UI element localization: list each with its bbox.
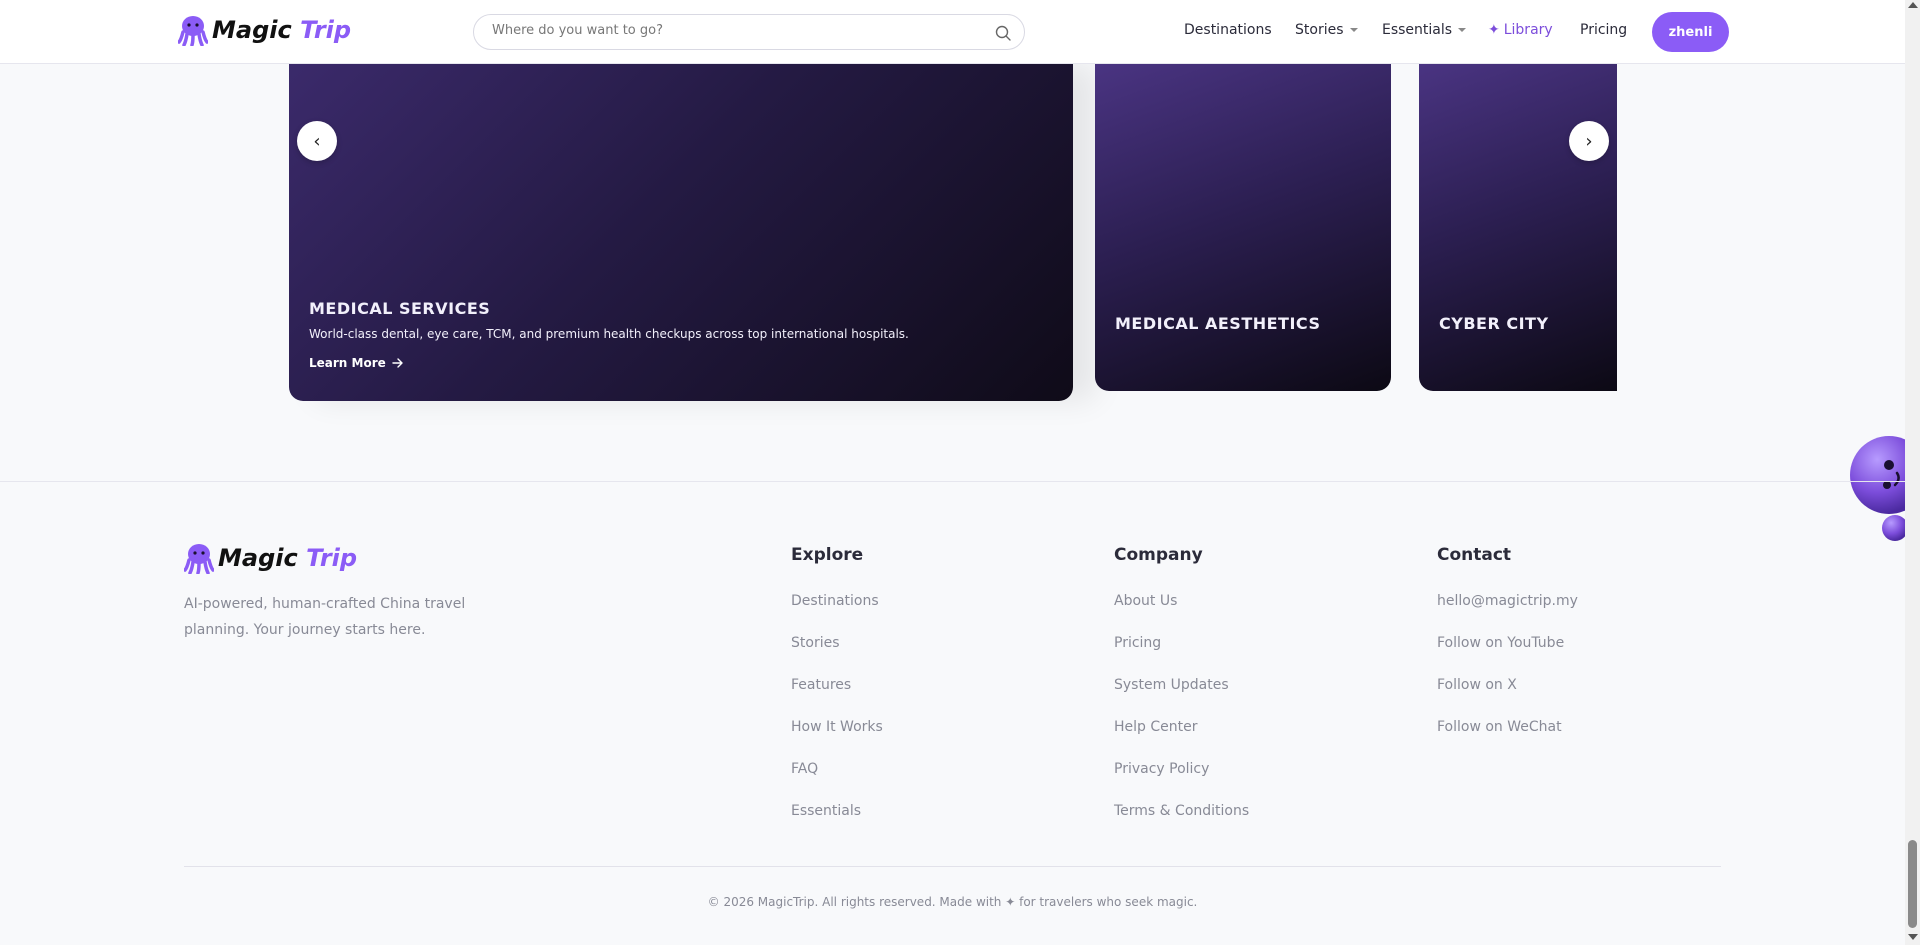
footer-link-x[interactable]: Follow on X: [1437, 677, 1578, 719]
logo-word-magic: Magic: [218, 544, 298, 572]
footer-column-company: Company About Us Pricing System Updates …: [1114, 545, 1249, 845]
nav-pricing-label: Pricing: [1580, 22, 1628, 38]
carousel-next-button[interactable]: ›: [1569, 121, 1609, 161]
carousel-card-medical-services[interactable]: MEDICAL SERVICES World-class dental, eye…: [289, 64, 1073, 401]
footer-logo[interactable]: Magic Trip: [184, 542, 357, 574]
carousel-card-medical-aesthetics[interactable]: MEDICAL AESTHETICS: [1095, 64, 1391, 391]
logo-wordmark: Magic Trip: [212, 16, 351, 44]
logo-wordmark: Magic Trip: [218, 544, 357, 572]
scroll-up-arrow-icon[interactable]: [1908, 2, 1918, 8]
footer-column-contact: Contact hello@magictrip.my Follow on You…: [1437, 545, 1578, 761]
footer-column-title: Company: [1114, 545, 1203, 565]
sparkle-icon: ✦: [1488, 22, 1500, 38]
footer-column-title: Contact: [1437, 545, 1512, 565]
nav-stories[interactable]: Stories: [1295, 22, 1358, 38]
scroll-down-arrow-icon[interactable]: [1908, 934, 1918, 940]
logo-word-trip: Trip: [306, 544, 358, 572]
octopus-logo-icon: [184, 544, 214, 574]
arrow-right-icon: [392, 358, 403, 368]
footer-link-terms[interactable]: Terms & Conditions: [1114, 803, 1249, 845]
site-header: Magic Trip Destinations Stories Essentia…: [0, 0, 1905, 64]
mascot-icon[interactable]: [1849, 433, 1905, 543]
chevron-down-icon: [1458, 28, 1467, 32]
search-bar: [473, 14, 1025, 50]
footer-link-email[interactable]: hello@magictrip.my: [1437, 593, 1578, 635]
nav-stories-label: Stories: [1295, 22, 1344, 38]
footer-link-privacy-policy[interactable]: Privacy Policy: [1114, 761, 1249, 803]
site-logo[interactable]: Magic Trip: [178, 14, 351, 46]
carousel-prev-button[interactable]: ‹: [297, 121, 337, 161]
nav-essentials-label: Essentials: [1382, 22, 1453, 38]
chevron-down-icon: [1349, 28, 1358, 32]
nav-destinations-label: Destinations: [1184, 22, 1272, 38]
footer-divider-top: [0, 481, 1905, 482]
nav-essentials[interactable]: Essentials: [1382, 22, 1467, 38]
footer-link-stories[interactable]: Stories: [791, 635, 883, 677]
copyright-text: © 2026 MagicTrip. All rights reserved. M…: [707, 895, 1198, 909]
footer-link-destinations[interactable]: Destinations: [791, 593, 883, 635]
card-title: CYBER CITY: [1439, 314, 1549, 333]
footer-link-help-center[interactable]: Help Center: [1114, 719, 1249, 761]
footer-tagline: AI-powered, human-crafted China travel p…: [184, 596, 466, 638]
logo-word-trip: Trip: [300, 16, 352, 44]
learn-more-label: Learn More: [309, 356, 386, 370]
footer-divider-bottom: [184, 866, 1721, 867]
footer-column-title: Explore: [791, 545, 864, 565]
octopus-logo-icon: [178, 16, 208, 46]
user-account-button[interactable]: zhenli: [1652, 12, 1729, 52]
footer-link-essentials[interactable]: Essentials: [791, 803, 883, 845]
footer-link-wechat[interactable]: Follow on WeChat: [1437, 719, 1578, 761]
carousel-card-cyber-city[interactable]: CYBER CITY: [1419, 64, 1617, 391]
card-description: World-class dental, eye care, TCM, and p…: [309, 327, 909, 341]
nav-destinations[interactable]: Destinations: [1184, 22, 1272, 38]
card-title: MEDICAL AESTHETICS: [1115, 314, 1321, 333]
footer-link-features[interactable]: Features: [791, 677, 883, 719]
learn-more-link[interactable]: Learn More: [309, 356, 404, 370]
scrollbar-thumb[interactable]: [1908, 840, 1917, 928]
card-title: MEDICAL SERVICES: [309, 299, 491, 318]
page-scrollbar[interactable]: [1905, 0, 1920, 945]
footer-link-how-it-works[interactable]: How It Works: [791, 719, 883, 761]
footer-column-explore: Explore Destinations Stories Features Ho…: [791, 545, 883, 845]
logo-word-magic: Magic: [212, 16, 292, 44]
nav-library[interactable]: ✦ Library: [1488, 22, 1553, 38]
footer-link-pricing[interactable]: Pricing: [1114, 635, 1249, 677]
search-icon[interactable]: [994, 24, 1012, 42]
search-input[interactable]: [492, 23, 972, 38]
footer-link-youtube[interactable]: Follow on YouTube: [1437, 635, 1578, 677]
footer-link-about-us[interactable]: About Us: [1114, 593, 1249, 635]
footer-link-faq[interactable]: FAQ: [791, 761, 883, 803]
nav-pricing[interactable]: Pricing: [1580, 22, 1627, 38]
nav-library-label: Library: [1503, 22, 1553, 38]
footer-link-system-updates[interactable]: System Updates: [1114, 677, 1249, 719]
